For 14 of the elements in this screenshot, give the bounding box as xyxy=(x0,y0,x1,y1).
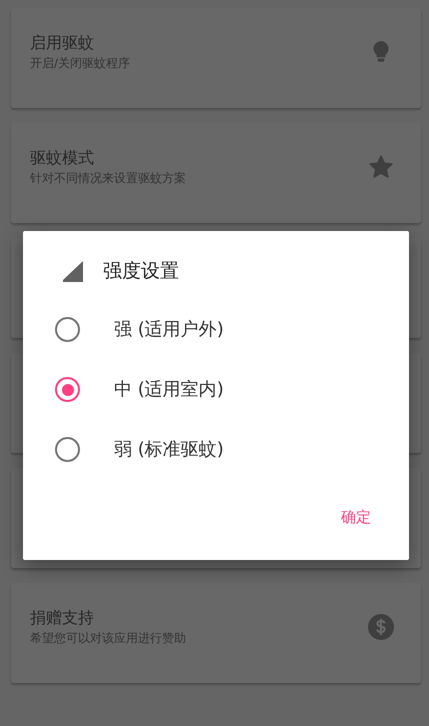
option-label[interactable]: 中 (适用室内) xyxy=(114,376,224,403)
confirm-button[interactable]: 确定 xyxy=(333,502,379,532)
option-label[interactable]: 弱 (标准驱蚊) xyxy=(114,436,224,463)
radio-button[interactable] xyxy=(55,437,80,462)
radio-button[interactable] xyxy=(55,377,80,402)
signal-strength-icon xyxy=(61,260,83,282)
setting-title: 捐赠支持 xyxy=(30,608,95,628)
dollar-icon xyxy=(368,614,394,640)
dialog-title: 强度设置 xyxy=(103,259,179,284)
setting-title: 启用驱蚊 xyxy=(30,33,95,52)
star-icon xyxy=(368,154,394,180)
setting-title: 驱蚊模式 xyxy=(30,148,95,168)
option-label[interactable]: 强 (适用户外) xyxy=(114,316,224,343)
radio-button[interactable] xyxy=(55,317,80,342)
